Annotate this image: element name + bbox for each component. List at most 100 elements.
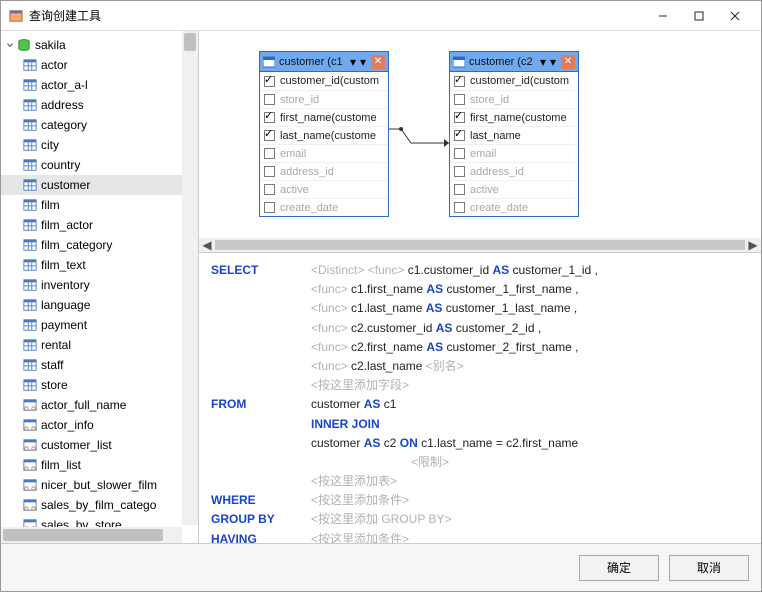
field-checkbox[interactable] — [454, 184, 465, 195]
close-button[interactable] — [717, 4, 753, 28]
dropdown-icon[interactable]: ▾ — [358, 55, 368, 69]
table-box[interactable]: customer (c1▾▾✕customer_id(customstore_i… — [259, 51, 389, 217]
field-checkbox[interactable] — [264, 166, 275, 177]
tree-item-label: staff — [41, 358, 63, 372]
limit-hint[interactable]: <限制> — [411, 455, 449, 469]
ok-button[interactable]: 确定 — [579, 555, 659, 581]
close-icon[interactable]: ✕ — [561, 55, 575, 69]
add-table-hint[interactable]: <按这里添加表> — [311, 474, 397, 488]
table-icon — [23, 378, 37, 392]
field-label: create_date — [280, 202, 338, 214]
tree-item[interactable]: language — [1, 295, 198, 315]
diagram-canvas[interactable]: customer (c1▾▾✕customer_id(customstore_i… — [199, 31, 761, 253]
tree-db-node[interactable]: sakila — [1, 35, 198, 55]
tree-item[interactable]: store — [1, 375, 198, 395]
field-label: last_name — [470, 130, 521, 142]
field-checkbox[interactable] — [454, 76, 465, 87]
field-row[interactable]: customer_id(custom — [450, 72, 578, 90]
field-row[interactable]: first_name(custome — [450, 108, 578, 126]
tree-item[interactable]: actor_full_name — [1, 395, 198, 415]
kw-from[interactable]: FROM — [211, 395, 311, 414]
table-header[interactable]: customer (c2▾▾✕ — [450, 52, 578, 72]
tree-item[interactable]: actor_info — [1, 415, 198, 435]
tree-item-label: rental — [41, 338, 71, 352]
cancel-button[interactable]: 取消 — [669, 555, 749, 581]
field-checkbox[interactable] — [454, 130, 465, 141]
field-checkbox[interactable] — [264, 76, 275, 87]
field-checkbox[interactable] — [264, 184, 275, 195]
sql-builder[interactable]: SELECT<Distinct> <func> c1.customer_id A… — [199, 253, 761, 543]
kw-groupby[interactable]: GROUP BY — [211, 510, 311, 529]
tree-item[interactable]: film — [1, 195, 198, 215]
field-checkbox[interactable] — [264, 94, 275, 105]
scroll-left-icon[interactable]: ◀ — [199, 238, 215, 252]
close-icon[interactable]: ✕ — [371, 55, 385, 69]
maximize-button[interactable] — [681, 4, 717, 28]
field-row[interactable]: active — [450, 180, 578, 198]
field-row[interactable]: email — [450, 144, 578, 162]
tree-item[interactable]: film_actor — [1, 215, 198, 235]
field-row[interactable]: create_date — [260, 198, 388, 216]
field-checkbox[interactable] — [264, 148, 275, 159]
field-checkbox[interactable] — [454, 112, 465, 123]
field-checkbox[interactable] — [264, 202, 275, 213]
field-row[interactable]: store_id — [260, 90, 388, 108]
field-row[interactable]: address_id — [450, 162, 578, 180]
tree-item[interactable]: rental — [1, 335, 198, 355]
scroll-right-icon[interactable]: ▶ — [745, 238, 761, 252]
tree-item[interactable]: country — [1, 155, 198, 175]
sidebar-vscrollbar[interactable] — [182, 31, 198, 525]
schema-tree: sakila actoractor_a-laddresscategorycity… — [1, 31, 199, 543]
table-icon — [23, 358, 37, 372]
kw-innerjoin[interactable]: INNER JOIN — [311, 417, 380, 431]
tree-item[interactable]: sales_by_film_catego — [1, 495, 198, 515]
table-box[interactable]: customer (c2▾▾✕customer_id(custom store_i… — [449, 51, 579, 217]
tree-item[interactable]: staff — [1, 355, 198, 375]
field-row[interactable]: address_id — [260, 162, 388, 180]
tree-item[interactable]: city — [1, 135, 198, 155]
database-icon — [17, 38, 31, 52]
field-checkbox[interactable] — [264, 130, 275, 141]
table-header[interactable]: customer (c1▾▾✕ — [260, 52, 388, 72]
tree-item[interactable]: address — [1, 95, 198, 115]
field-label: email — [470, 148, 496, 160]
tree-item[interactable]: customer_list — [1, 435, 198, 455]
tree-item[interactable]: category — [1, 115, 198, 135]
minimize-button[interactable] — [645, 4, 681, 28]
field-row[interactable]: customer_id(custom — [260, 72, 388, 90]
tree-item[interactable]: film_category — [1, 235, 198, 255]
tree-item[interactable]: actor_a-l — [1, 75, 198, 95]
field-row[interactable]: last_name(custome — [260, 126, 388, 144]
kw-having[interactable]: HAVING — [211, 530, 311, 543]
field-row[interactable]: active — [260, 180, 388, 198]
tree-item[interactable]: actor — [1, 55, 198, 75]
field-row[interactable]: create_date — [450, 198, 578, 216]
dropdown-icon[interactable]: ▾ — [538, 55, 548, 69]
field-row[interactable]: first_name(custome — [260, 108, 388, 126]
kw-where[interactable]: WHERE — [211, 491, 311, 510]
tree-item[interactable]: film_list — [1, 455, 198, 475]
diagram-hscrollbar[interactable]: ◀ ▶ — [199, 238, 761, 252]
chevron-down-icon[interactable] — [5, 40, 15, 50]
field-checkbox[interactable] — [454, 94, 465, 105]
field-checkbox[interactable] — [264, 112, 275, 123]
tree-item[interactable]: film_text — [1, 255, 198, 275]
tree-item[interactable]: customer — [1, 175, 198, 195]
kw-select[interactable]: SELECT — [211, 261, 311, 280]
field-checkbox[interactable] — [454, 166, 465, 177]
distinct-hint[interactable]: <Distinct> — [311, 263, 364, 277]
field-row[interactable]: store_id — [450, 90, 578, 108]
tree-item[interactable]: inventory — [1, 275, 198, 295]
field-label: store_id — [470, 94, 509, 106]
table-icon — [23, 338, 37, 352]
tree-item[interactable]: payment — [1, 315, 198, 335]
dropdown-icon[interactable]: ▾ — [548, 55, 558, 69]
sidebar-hscrollbar[interactable] — [1, 527, 182, 543]
field-row[interactable]: email — [260, 144, 388, 162]
field-checkbox[interactable] — [454, 148, 465, 159]
tree-item[interactable]: nicer_but_slower_film — [1, 475, 198, 495]
field-row[interactable]: last_name — [450, 126, 578, 144]
dropdown-icon[interactable]: ▾ — [348, 55, 358, 69]
add-field-hint[interactable]: <按这里添加字段> — [311, 378, 409, 392]
field-checkbox[interactable] — [454, 202, 465, 213]
